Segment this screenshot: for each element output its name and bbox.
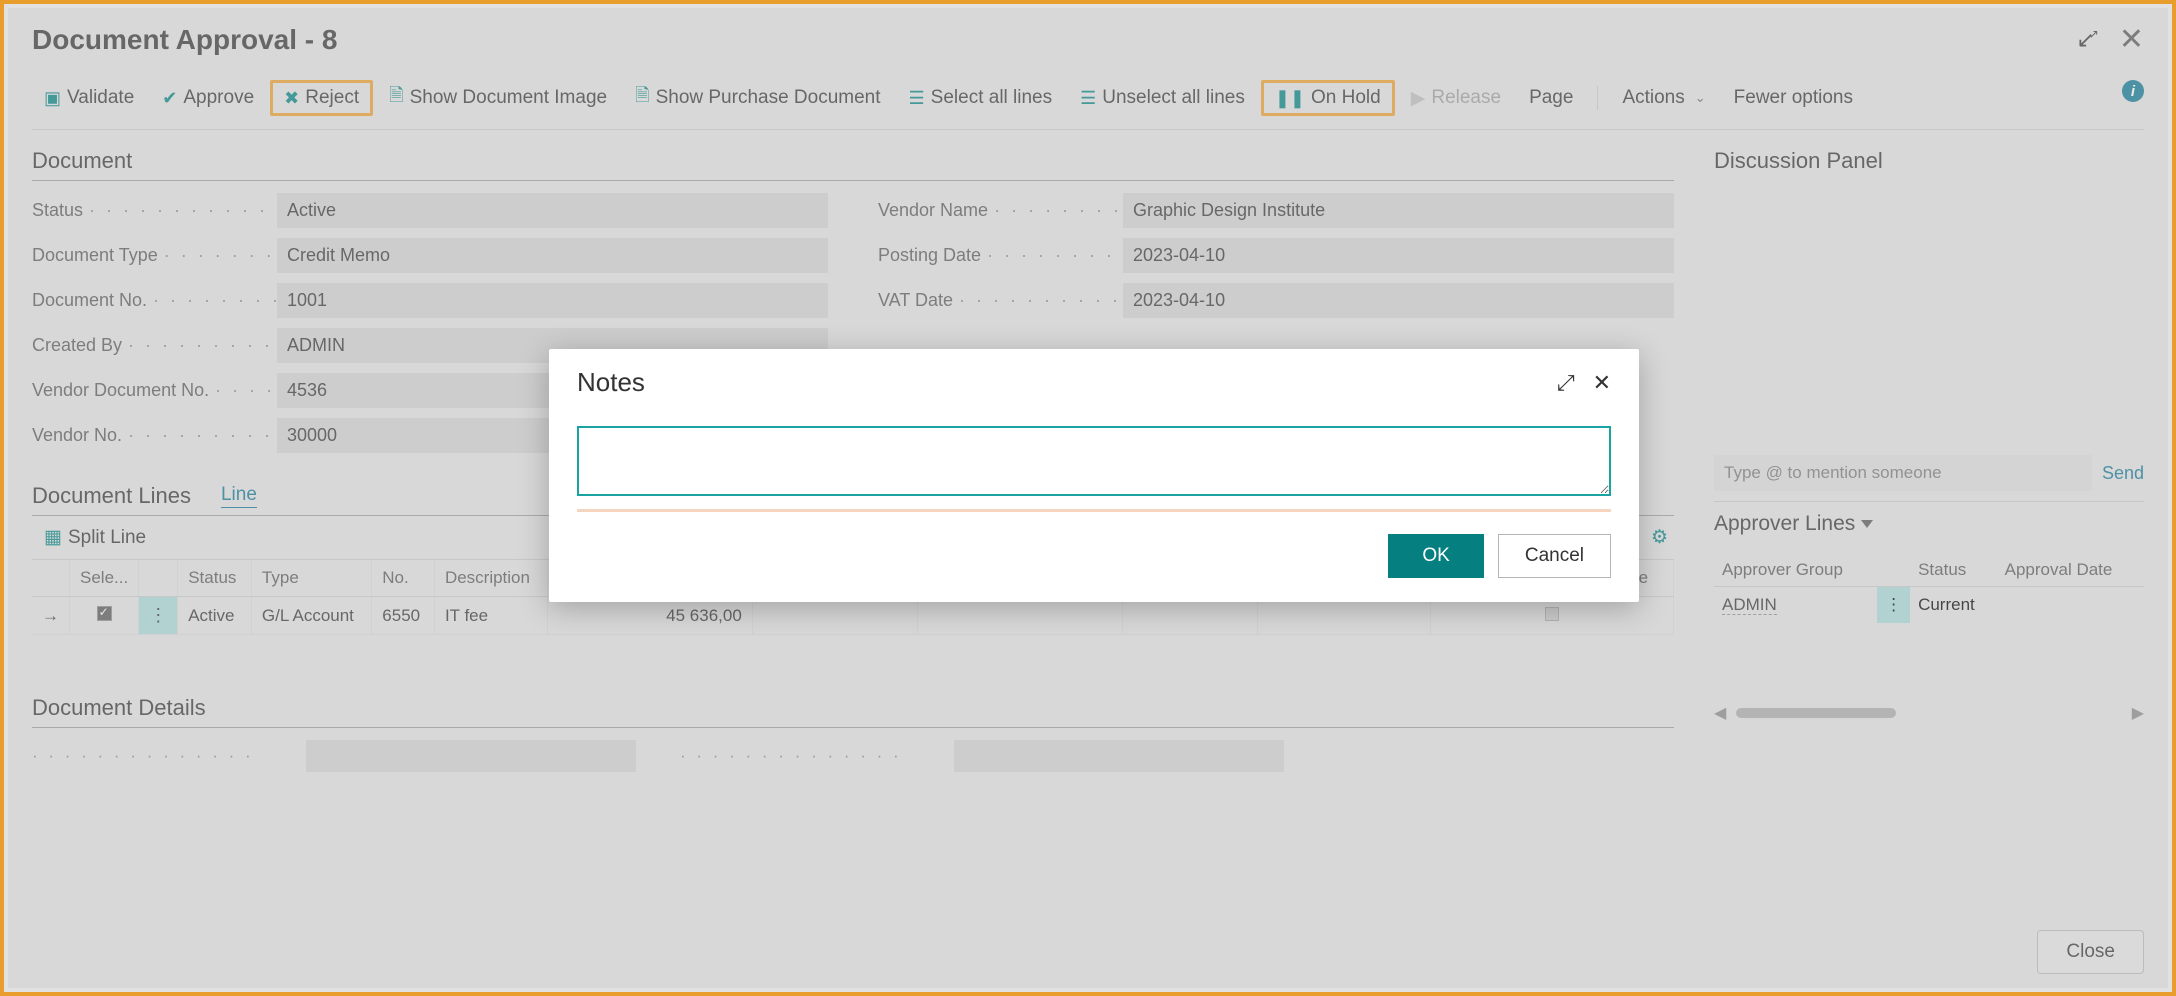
modal-title: Notes [577, 367, 645, 398]
notes-input[interactable] [577, 426, 1611, 496]
ok-button[interactable]: OK [1388, 534, 1483, 578]
notes-modal: Notes ⤢ ✕ OK Cancel [549, 349, 1639, 602]
expand-icon[interactable]: ⤢ [1557, 370, 1575, 396]
modal-close-icon[interactable]: ✕ [1593, 370, 1611, 396]
cancel-button[interactable]: Cancel [1498, 534, 1611, 578]
